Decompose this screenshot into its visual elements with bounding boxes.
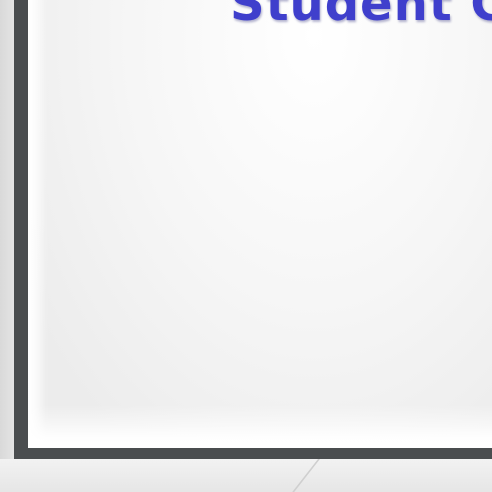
sign-title: Student C [230, 0, 492, 32]
photo-scene: Student C [0, 0, 492, 492]
floor [0, 459, 492, 492]
backlight-glow-bottom [28, 405, 492, 448]
sign-panel [28, 0, 492, 448]
backlight-glow-left [28, 0, 46, 448]
wall [0, 0, 14, 459]
